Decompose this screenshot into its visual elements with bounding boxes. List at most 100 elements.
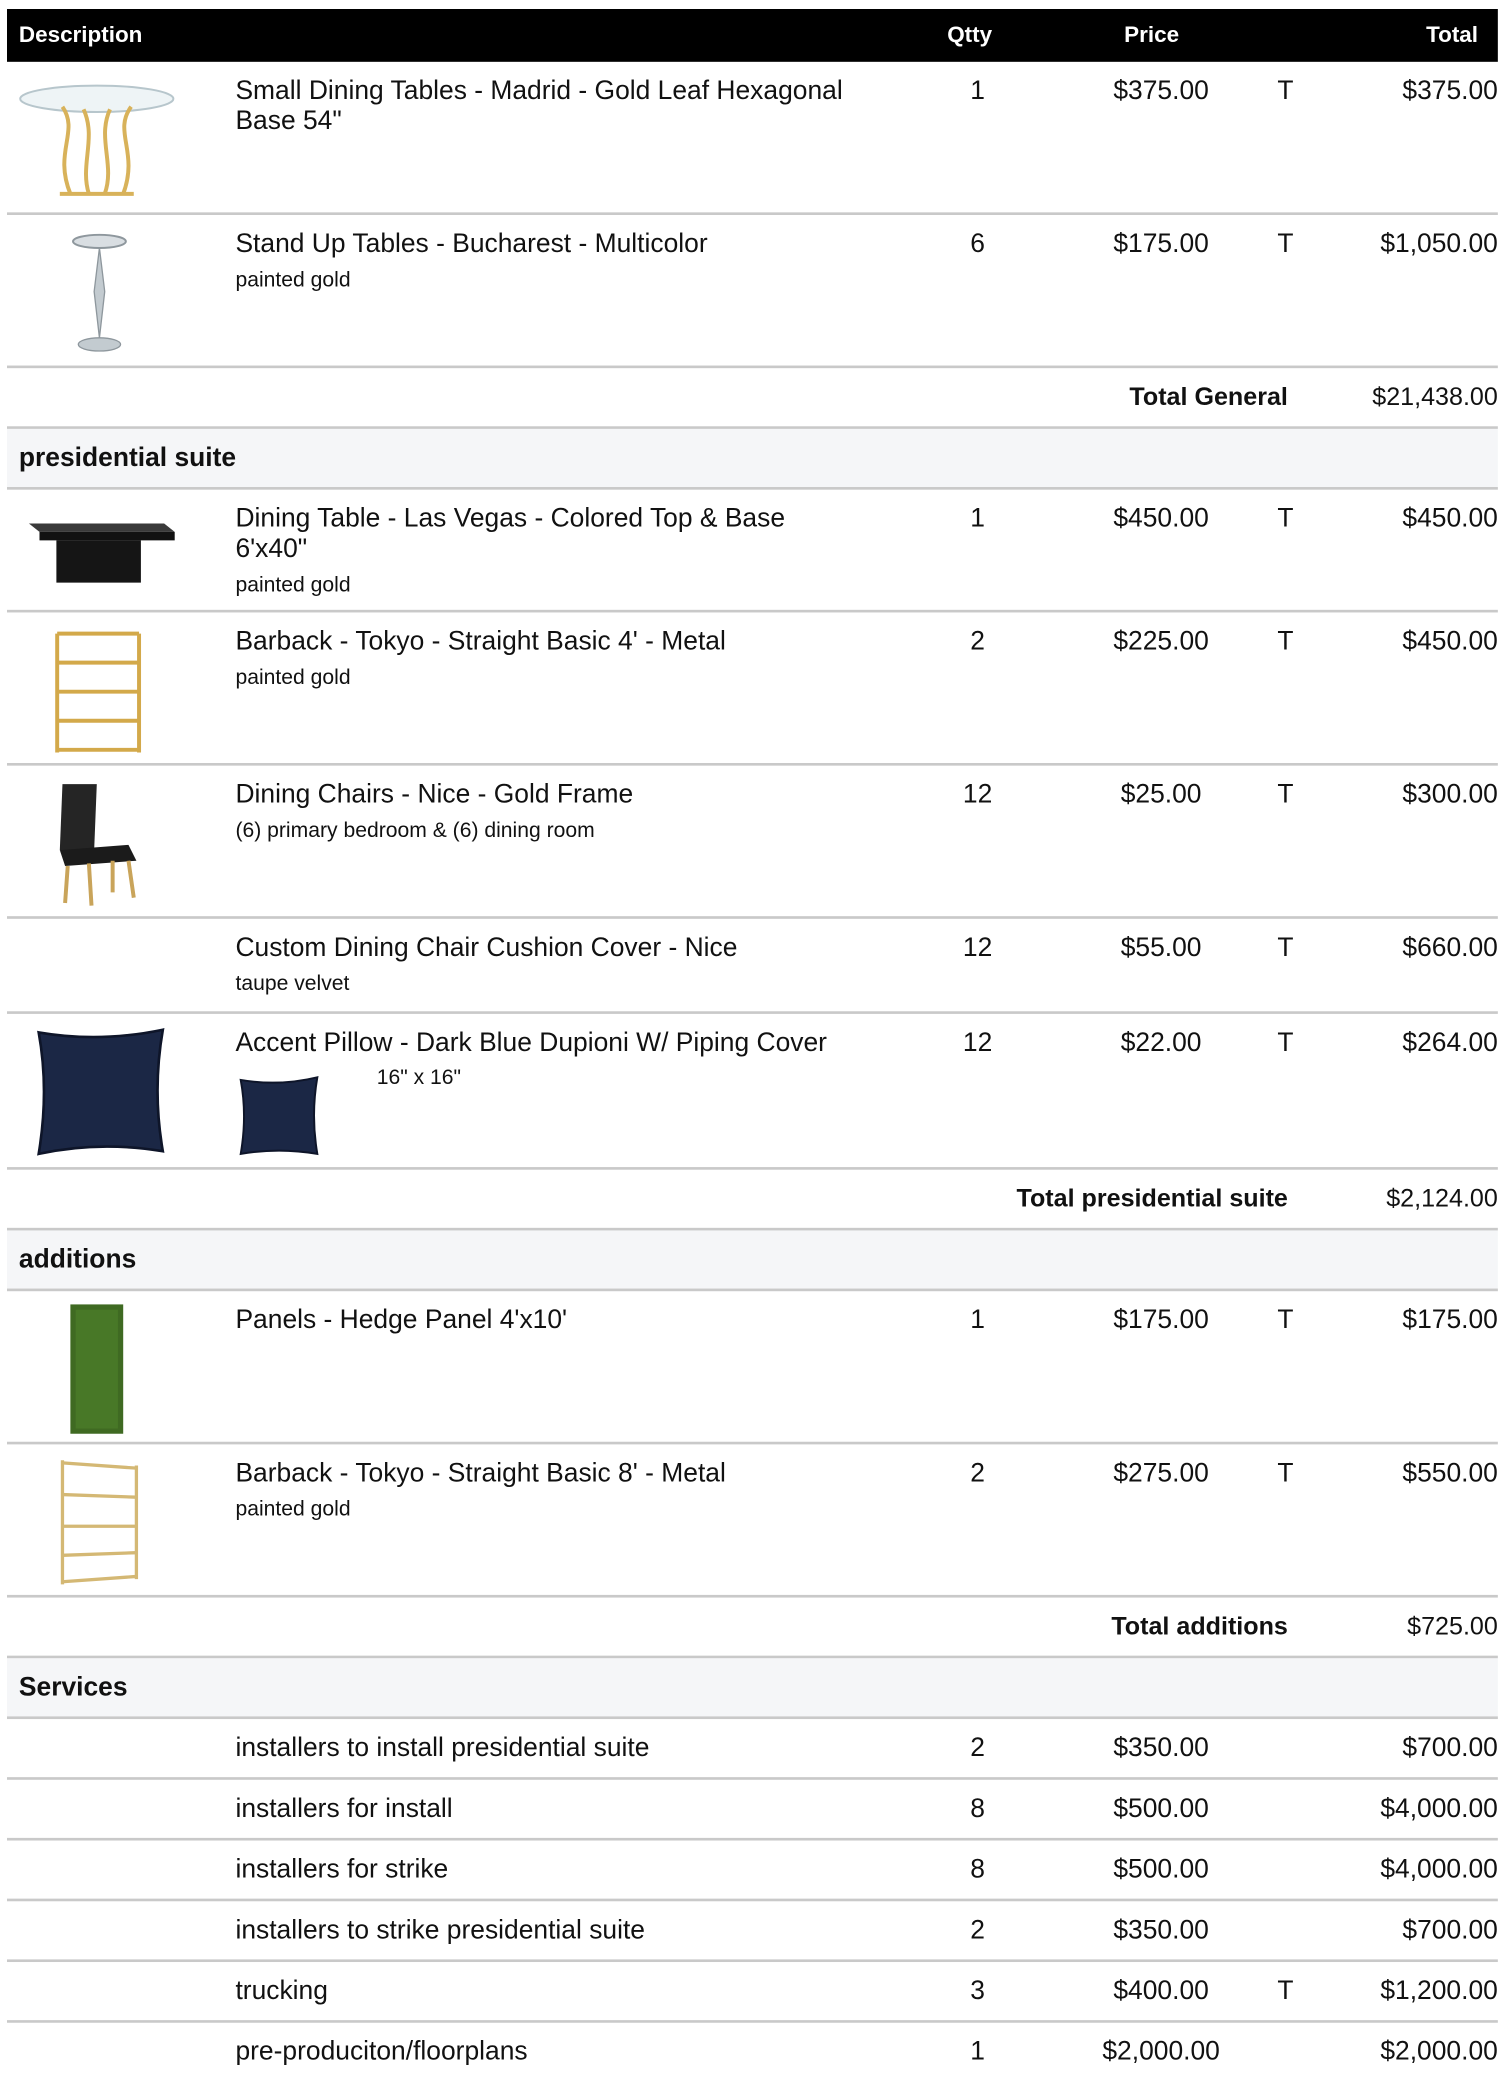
item-qty: 8 (970, 1855, 985, 1885)
item-price: $2,000.00 (1102, 2037, 1220, 2067)
table-row: Dining Chairs - Nice - Gold Frame (6) pr… (7, 766, 1498, 919)
table-row: Stand Up Tables - Bucharest - Multicolor… (7, 215, 1498, 369)
item-price: $225.00 (1113, 626, 1209, 657)
section-title: additions (18, 1244, 137, 1275)
item-tax: T (1277, 1458, 1294, 1488)
item-qty: 1 (970, 2037, 985, 2067)
item-price: $450.00 (1113, 504, 1209, 534)
table-row: installers to install presidential suite… (7, 1719, 1498, 1780)
item-price: $22.00 (1120, 1028, 1202, 1058)
item-name: trucking (235, 1976, 328, 2006)
item-total: $450.00 (1402, 504, 1498, 534)
pillow-icon (37, 1028, 165, 1156)
table-row: pre-produciton/floorplans 1 $2,000.00 $2… (7, 2023, 1498, 2084)
table-row: Dining Table - Las Vegas - Colored Top &… (7, 490, 1498, 613)
invoice-page: Description Qtty Price Total Small Dinin… (0, 0, 1506, 2066)
item-price: $175.00 (1113, 229, 1209, 259)
item-price: $500.00 (1113, 1855, 1209, 1885)
item-price: $350.00 (1113, 1915, 1209, 1945)
subtotal-value: $2,124.00 (1386, 1185, 1498, 1214)
item-qty: 8 (970, 1794, 985, 1824)
tall-shelf-icon (60, 1460, 139, 1585)
header-total: Total (1426, 22, 1479, 48)
item-qty: 2 (970, 1458, 985, 1488)
item-tax: T (1277, 1305, 1294, 1335)
item-tax: T (1277, 626, 1294, 657)
section-title: presidential suite (18, 443, 237, 473)
item-total: $264.00 (1402, 1028, 1498, 1058)
shelf-icon (55, 631, 142, 753)
item-total: $300.00 (1402, 780, 1498, 810)
item-qty: 2 (970, 626, 985, 657)
header-price: Price (1124, 22, 1180, 48)
item-name: Dining Table - Las Vegas - Colored Top &… (235, 504, 786, 564)
item-tax: T (1277, 1976, 1294, 2006)
section-title: Services (18, 1672, 128, 1702)
item-total: $700.00 (1402, 1733, 1498, 1763)
item-description: Barback - Tokyo - Straight Basic 8' - Me… (235, 1459, 856, 1525)
section-header: additions (7, 1230, 1498, 1292)
item-note: taupe velvet (235, 972, 350, 996)
item-description: Dining Chairs - Nice - Gold Frame (6) pr… (235, 780, 856, 846)
glass-table-icon (19, 84, 175, 196)
item-note: painted gold (235, 666, 351, 690)
item-qty: 2 (970, 1733, 985, 1763)
item-description: Stand Up Tables - Bucharest - Multicolor… (235, 230, 856, 296)
chair-icon (59, 784, 137, 906)
item-qty: 3 (970, 1976, 985, 2006)
item-name: installers for strike (235, 1855, 449, 1885)
item-total: $4,000.00 (1380, 1794, 1498, 1824)
item-description: Small Dining Tables - Madrid - Gold Leaf… (235, 76, 856, 137)
item-note: painted gold (235, 269, 351, 292)
item-name: installers to strike presidential suite (235, 1915, 645, 1945)
table-row: Accent Pillow - Dark Blue Dupioni W/ Pip… (7, 1014, 1498, 1170)
subtotal-row: Total General $21,438.00 (7, 368, 1498, 429)
pillow-swatch-icon (239, 1075, 319, 1156)
item-description: Custom Dining Chair Cushion Cover - Nice… (235, 933, 856, 999)
item-name: pre-produciton/floorplans (235, 2037, 528, 2067)
item-total: $660.00 (1402, 933, 1498, 963)
item-tax: T (1277, 504, 1294, 534)
item-note: painted gold (235, 574, 351, 597)
item-price: $55.00 (1120, 933, 1202, 963)
subtotal-label: Total General (1129, 384, 1288, 412)
hedge-panel-icon (70, 1304, 124, 1434)
item-name: Barback - Tokyo - Straight Basic 8' - Me… (235, 1458, 726, 1488)
section-header: Services (7, 1658, 1498, 1720)
table-row: installers for install 8 $500.00 $4,000.… (7, 1780, 1498, 1841)
item-description: Panels - Hedge Panel 4'x10' (235, 1306, 856, 1336)
item-tax: T (1277, 229, 1294, 259)
header-description: Description (18, 22, 143, 48)
item-tax: T (1277, 780, 1294, 810)
table-row: trucking 3 $400.00 T $1,200.00 (7, 1962, 1498, 2023)
item-name: Custom Dining Chair Cushion Cover - Nice (235, 933, 738, 963)
subtotal-row: Total presidential suite $2,124.00 (7, 1170, 1498, 1231)
item-total: $175.00 (1402, 1305, 1498, 1335)
item-price: $400.00 (1113, 1976, 1209, 2006)
item-name: Small Dining Tables - Madrid - Gold Leaf… (235, 76, 843, 136)
item-total: $2,000.00 (1380, 2037, 1498, 2067)
item-price: $500.00 (1113, 1794, 1209, 1824)
item-description: Accent Pillow - Dark Blue Dupioni W/ Pip… (235, 1028, 856, 1058)
pedestal-table-icon (72, 233, 127, 352)
item-total: $450.00 (1402, 626, 1498, 657)
item-total: $550.00 (1402, 1458, 1498, 1488)
subtotal-label: Total presidential suite (1016, 1185, 1288, 1214)
item-qty: 12 (962, 1028, 993, 1058)
item-name: Dining Chairs - Nice - Gold Frame (235, 780, 634, 810)
table-row: Custom Dining Chair Cushion Cover - Nice… (7, 919, 1498, 1014)
item-qty: 1 (970, 76, 985, 106)
item-price: $350.00 (1113, 1733, 1209, 1763)
item-price: $175.00 (1113, 1305, 1209, 1335)
subtotal-label: Total additions (1111, 1613, 1288, 1642)
subtotal-value: $725.00 (1407, 1613, 1498, 1642)
item-total: $4,000.00 (1380, 1855, 1498, 1885)
item-note: painted gold (235, 1498, 351, 1521)
item-qty: 1 (970, 504, 985, 534)
item-price: $25.00 (1120, 780, 1202, 810)
invoice-sheet: Description Qtty Price Total Small Dinin… (7, 9, 1506, 2084)
item-price: $275.00 (1113, 1458, 1209, 1488)
table-row: Panels - Hedge Panel 4'x10' 1 $175.00 T … (7, 1291, 1498, 1445)
section-header: presidential suite (7, 428, 1498, 490)
item-name: Accent Pillow - Dark Blue Dupioni W/ Pip… (235, 1028, 827, 1058)
